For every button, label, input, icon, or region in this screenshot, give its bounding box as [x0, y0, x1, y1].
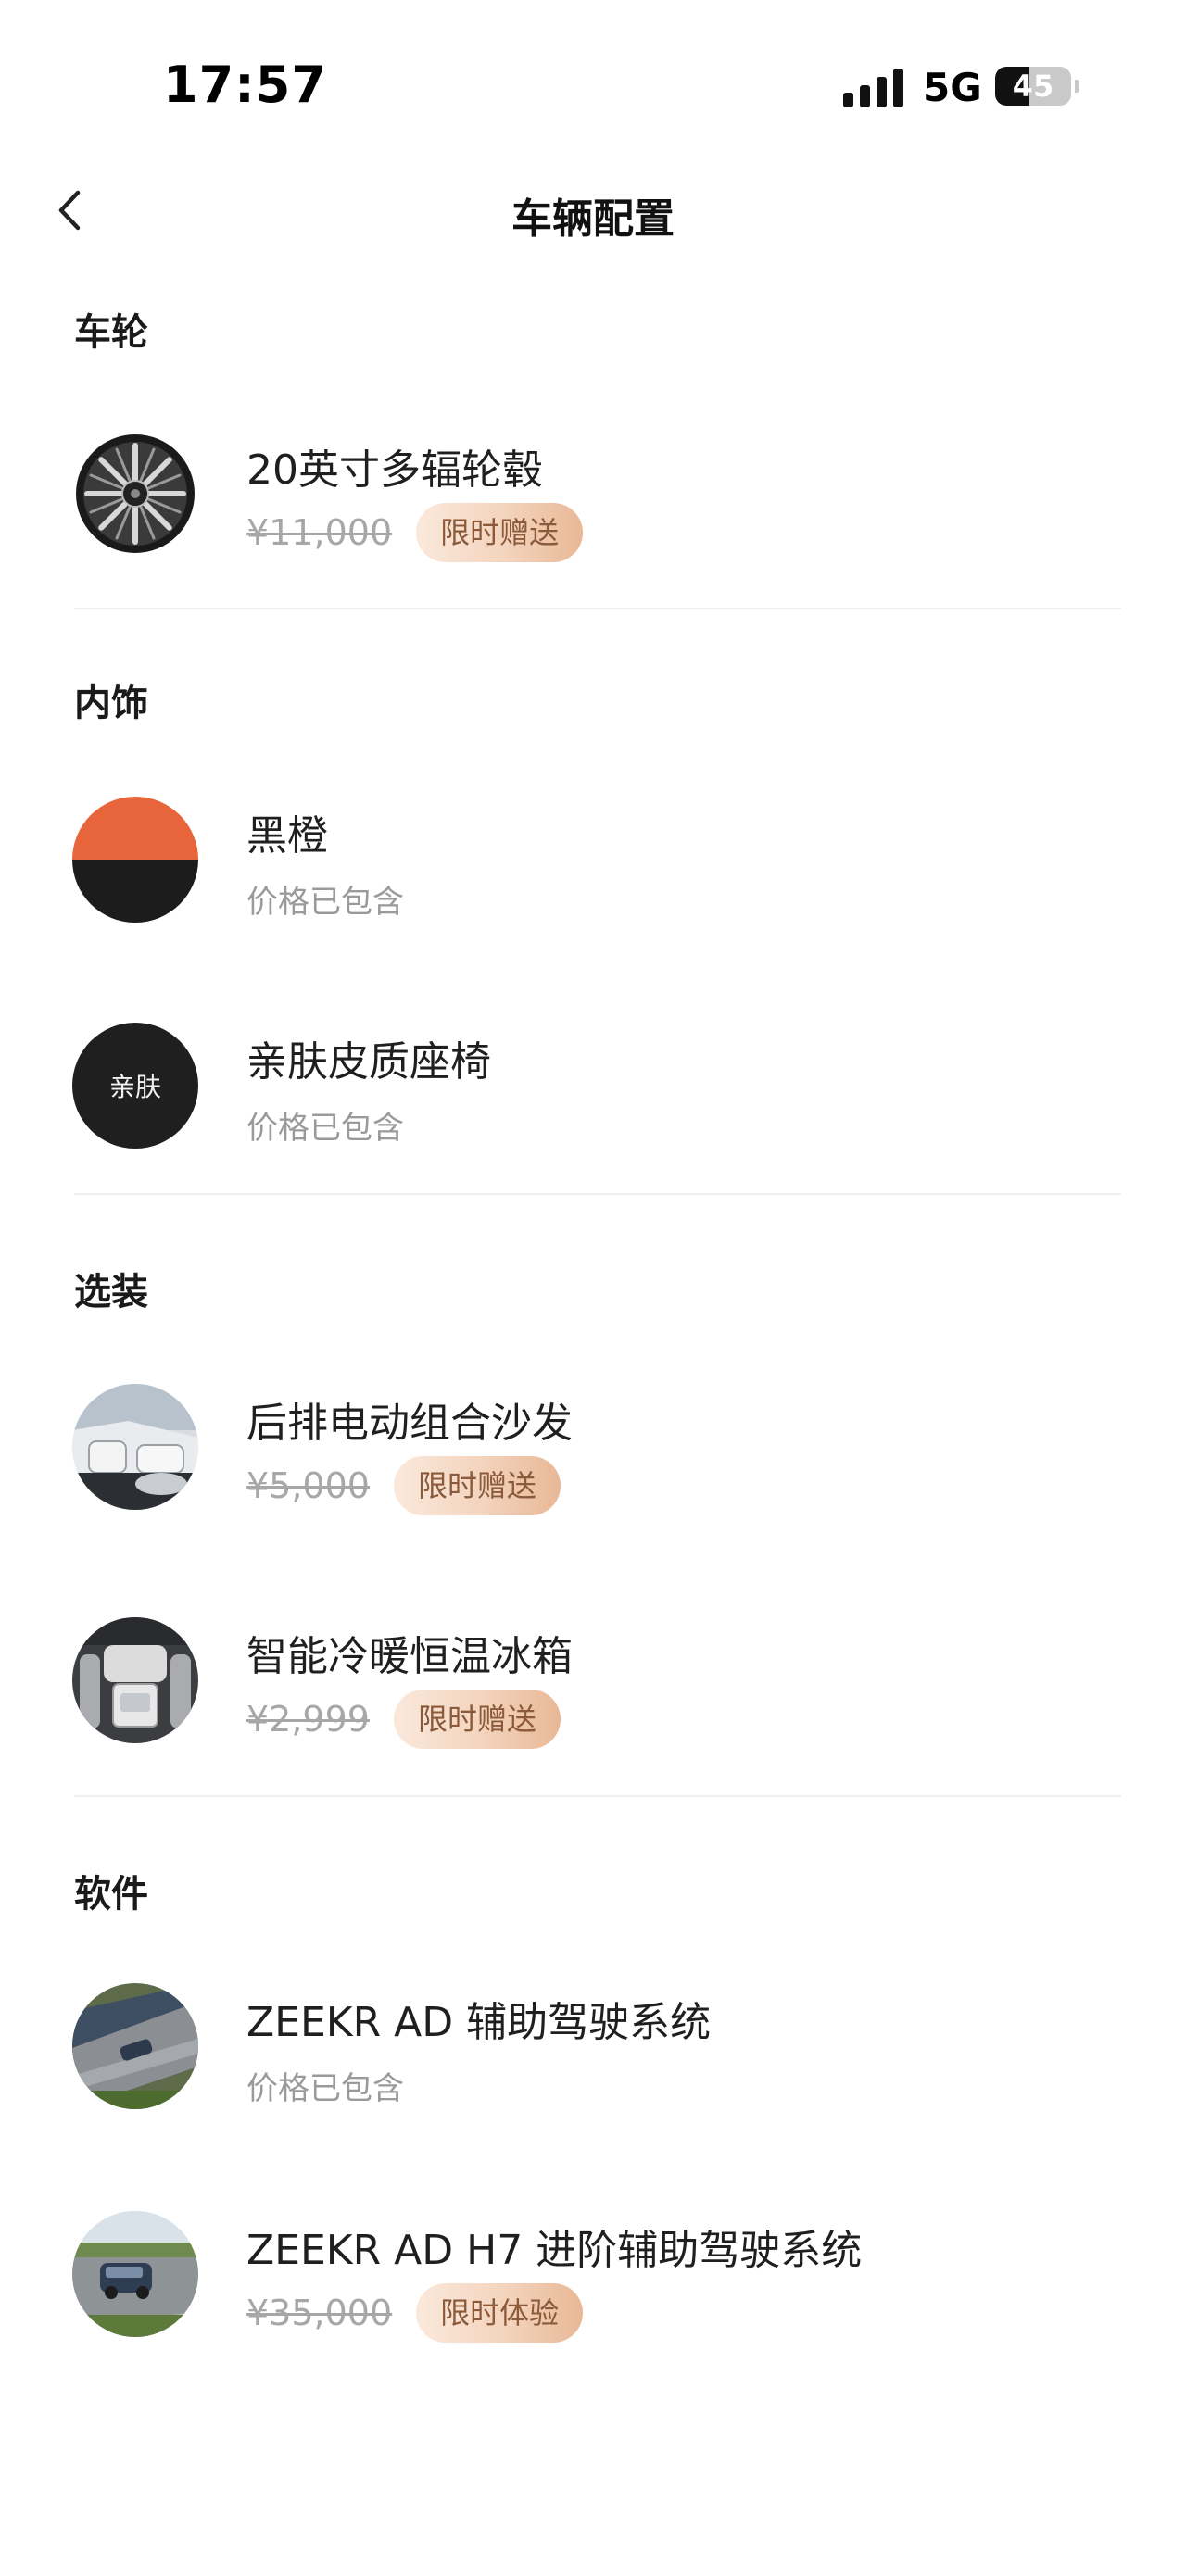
black-orange-swatch — [72, 797, 198, 923]
item-price-row: 价格已包含 — [246, 869, 404, 928]
network-type: 5G — [923, 65, 982, 110]
item-name: 黑橙 — [246, 812, 328, 860]
config-item-wheel[interactable]: 20英寸多辐轮毂 ¥11,000 限时赠送 — [0, 431, 1186, 562]
included-label: 价格已包含 — [246, 1109, 404, 1147]
promo-badge: 限时赠送 — [416, 503, 584, 562]
config-item-ad-h7[interactable]: ZEEKR AD H7 进阶辅助驾驶系统 ¥35,000 限时体验 — [0, 2211, 1186, 2343]
battery-percent: 45 — [1012, 69, 1054, 104]
item-price-row: ¥11,000 限时赠送 — [246, 503, 584, 562]
section-title: 选装 — [74, 1271, 148, 1313]
original-price: ¥35,000 — [246, 2293, 393, 2333]
status-time: 17:57 — [163, 56, 327, 114]
swatch-label: 亲肤 — [108, 1072, 161, 1102]
promo-badge: 限时赠送 — [393, 1690, 561, 1749]
item-name: 后排电动组合沙发 — [246, 1400, 573, 1447]
item-name: 智能冷暖恒温冰箱 — [246, 1633, 573, 1680]
item-name: ZEEKR AD 辅助驾驶系统 — [246, 1999, 712, 2046]
original-price: ¥2,999 — [246, 1699, 370, 1740]
original-price: ¥11,000 — [246, 512, 393, 553]
item-name: 亲肤皮质座椅 — [246, 1038, 491, 1086]
promo-badge: 限时体验 — [416, 2283, 584, 2343]
item-name: ZEEKR AD H7 进阶辅助驾驶系统 — [246, 2227, 863, 2274]
config-item-fridge[interactable]: 智能冷暖恒温冰箱 ¥2,999 限时赠送 — [0, 1617, 1186, 1749]
item-price-row: 价格已包含 — [246, 1095, 404, 1154]
config-item-ad[interactable]: ZEEKR AD 辅助驾驶系统 价格已包含 — [0, 1983, 1186, 2113]
item-price-row: ¥35,000 限时体验 — [246, 2283, 584, 2343]
config-item-color[interactable]: 黑橙 价格已包含 — [0, 797, 1186, 926]
status-bar: 17:57 5G 45 — [0, 0, 1186, 167]
page-title: 车辆配置 — [511, 195, 675, 243]
back-button[interactable] — [43, 180, 104, 241]
section-title: 内饰 — [74, 682, 148, 724]
section-divider — [74, 1795, 1121, 1797]
item-price-row: ¥2,999 限时赠送 — [246, 1690, 561, 1749]
included-label: 价格已包含 — [246, 2069, 404, 2107]
leather-swatch: 亲肤 — [72, 1023, 198, 1149]
promo-badge: 限时赠送 — [393, 1456, 561, 1515]
battery-icon: 45 — [995, 67, 1079, 106]
included-label: 价格已包含 — [246, 883, 404, 921]
car-road-photo — [72, 1983, 198, 2109]
nav-bar: 车辆配置 — [0, 167, 1186, 259]
wheel-rim-icon — [72, 431, 198, 557]
chevron-left-icon — [58, 190, 81, 231]
signal-strength-icon — [843, 69, 903, 107]
item-price-row: ¥5,000 限时赠送 — [246, 1456, 561, 1515]
item-name: 20英寸多辐轮毂 — [246, 446, 543, 494]
section-title: 车轮 — [74, 311, 148, 354]
config-item-sofa[interactable]: 后排电动组合沙发 ¥5,000 限时赠送 — [0, 1384, 1186, 1515]
car-highway-photo — [72, 2211, 198, 2337]
section-divider — [74, 1193, 1121, 1195]
item-price-row: 价格已包含 — [246, 2055, 404, 2115]
original-price: ¥5,000 — [246, 1465, 370, 1506]
section-divider — [74, 608, 1121, 609]
fridge-photo — [72, 1617, 198, 1743]
section-title: 软件 — [74, 1873, 148, 1916]
rear-sofa-photo — [72, 1384, 198, 1510]
config-item-seat[interactable]: 亲肤 亲肤皮质座椅 价格已包含 — [0, 1023, 1186, 1152]
